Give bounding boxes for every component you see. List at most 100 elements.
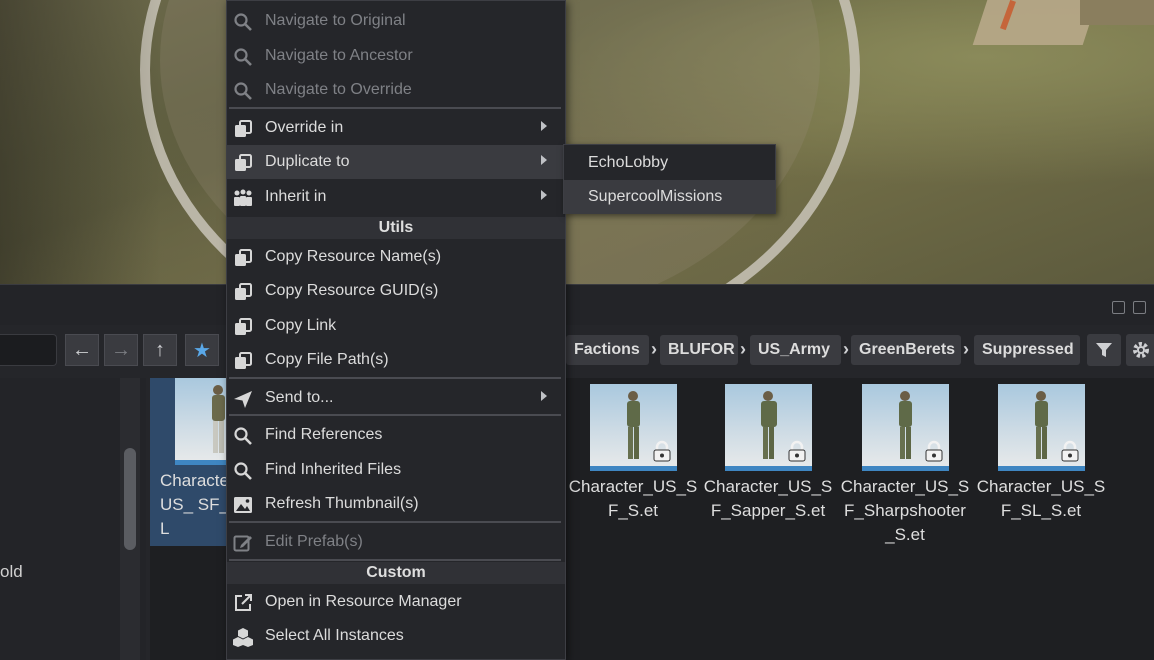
menu-item-refresh-thumbnails[interactable]: Refresh Thumbnail(s) [227,487,565,521]
menu-item-copy-link[interactable]: Copy Link [227,309,565,343]
soldier-thumbnail-icon [760,391,777,459]
menu-item-select-all-instances[interactable]: Select All Instances [227,619,565,653]
filter-icon [1096,343,1112,357]
arrow-right-icon: → [111,338,131,361]
chevron-right-icon: › [963,339,969,359]
breadcrumb-blufor[interactable]: BLUFOR [660,335,738,365]
menu-item-override-in[interactable]: Override in [227,111,565,145]
menu-separator [229,559,561,561]
menu-item-label: Duplicate to [265,153,350,170]
settings-button[interactable] [1126,334,1154,366]
menu-item-label: Navigate to Ancestor [265,47,413,64]
menu-item-navigate-to-original[interactable]: Navigate to Original [227,4,565,38]
asset-name: Character_US_SF_Sapper_S.et [703,477,833,520]
browser-toolbar: ← → ↑ ★ Factions › BLUFOR › US_Army › Gr… [0,334,1154,368]
menu-item-label: Inherit in [265,188,327,205]
menu-item-navigate-to-ancestor[interactable]: Navigate to Ancestor [227,39,565,73]
edit-icon [233,535,252,552]
menu-separator [229,107,561,109]
menu-item-label: Navigate to Override [265,81,412,98]
menu-item-copy-file-paths[interactable]: Copy File Path(s) [227,343,565,377]
tree-item-label[interactable]: old [0,562,23,582]
menu-item-send-to[interactable]: Send to... [227,381,565,415]
asset-thumbnail [861,384,949,471]
asset-item[interactable]: Character_US_SF_Sapper_S.et [703,384,833,523]
submenu-item-label: EchoLobby [588,154,669,171]
menu-item-label: Find References [265,426,383,443]
scene-viewport[interactable] [0,0,1154,284]
search-icon [234,82,252,100]
submenu-arrow-icon [541,391,547,401]
lock-icon [788,440,805,462]
menu-separator [229,377,561,379]
context-menu: Navigate to Original Navigate to Ancesto… [226,0,566,660]
favorite-button[interactable]: ★ [185,334,219,366]
maximize-icon[interactable] [1112,301,1125,314]
asset-thumbnail [724,384,812,471]
gear-icon [1133,342,1149,358]
copy-icon [235,154,252,171]
filter-button[interactable] [1087,334,1121,366]
asset-item[interactable]: Character_US_SF_S.et [568,384,698,523]
menu-item-label: Copy Resource Name(s) [265,248,442,265]
asset-item[interactable]: Characte r_US_ SF_GL [150,378,262,546]
menu-item-label: Copy Resource GUID(s) [265,282,439,299]
submenu-arrow-icon [541,155,547,165]
menu-item-edit-prefabs[interactable]: Edit Prefab(s) [227,525,565,559]
menu-separator [229,414,561,416]
menu-item-navigate-to-override[interactable]: Navigate to Override [227,73,565,107]
arrow-up-icon: ↑ [155,338,165,361]
back-button[interactable]: ← [65,334,99,366]
asset-name: Character_US_SF_Sharpshooter_S.et [840,477,970,544]
star-icon: ★ [193,339,211,362]
soldier-thumbnail-icon [626,391,640,459]
tree-scrollbar-thumb[interactable] [124,448,136,550]
forward-button[interactable]: → [104,334,138,366]
viewport-shadow [0,0,160,284]
menu-item-copy-resource-names[interactable]: Copy Resource Name(s) [227,240,565,274]
arrow-left-icon: ← [72,338,92,361]
search-icon [234,48,252,66]
close-icon[interactable] [1133,301,1146,314]
menu-item-label: Refresh Thumbnail(s) [265,495,419,512]
menu-item-inherit-in[interactable]: Inherit in [227,180,565,214]
submenu-arrow-icon [541,190,547,200]
up-button[interactable]: ↑ [143,334,177,366]
copy-icon [235,249,252,266]
menu-separator [229,521,561,523]
chevron-right-icon: › [651,339,657,359]
copy-icon [235,318,252,335]
menu-item-open-in-resource-manager[interactable]: Open in Resource Manager [227,585,565,619]
breadcrumb-greenberets[interactable]: GreenBerets [851,335,961,365]
submenu-arrow-icon [541,121,547,131]
lock-icon [1061,440,1078,462]
menu-item-find-inherited-files[interactable]: Find Inherited Files [227,453,565,487]
external-link-icon [235,594,252,611]
menu-item-duplicate-to[interactable]: Duplicate to [227,145,565,179]
menu-item-label: Send to... [265,389,334,406]
search-input[interactable] [0,334,57,366]
menu-item-find-references[interactable]: Find References [227,418,565,452]
copy-icon [235,283,252,300]
breadcrumb-factions[interactable]: Factions [566,335,649,365]
asset-item[interactable]: Character_US_SF_SL_S.et [976,384,1106,523]
image-icon [234,497,252,513]
menu-item-label: Open in Resource Manager [265,593,462,610]
menu-item-label: Override in [265,119,344,136]
menu-item-copy-resource-guids[interactable]: Copy Resource GUID(s) [227,274,565,308]
soldier-thumbnail-icon [1034,391,1048,459]
menu-item-label: Find Inherited Files [265,461,402,478]
submenu-item-supercoolmissions[interactable]: SupercoolMissions [564,180,775,214]
soldier-thumbnail-icon [898,391,912,459]
viewport-object [972,0,1098,45]
search-icon [234,427,252,445]
breadcrumb-suppressed[interactable]: Suppressed [974,335,1080,365]
submenu-item-echolobby[interactable]: EchoLobby [564,146,775,180]
asset-item[interactable]: Character_US_SF_Sharpshooter_S.et [840,384,970,547]
breadcrumb-us-army[interactable]: US_Army [750,335,841,365]
search-icon [234,462,252,480]
resource-browser-panel: ← → ↑ ★ Factions › BLUFOR › US_Army › Gr… [0,284,1154,660]
lock-icon [653,440,670,462]
menu-item-label: Select All Instances [265,627,404,644]
viewport-object [1080,0,1154,25]
